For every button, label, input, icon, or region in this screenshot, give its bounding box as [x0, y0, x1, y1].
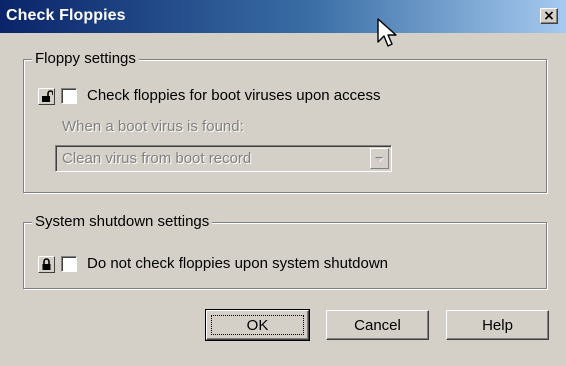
close-button[interactable]: ×	[540, 8, 558, 24]
boot-virus-action-select[interactable]: Clean virus from boot record	[55, 145, 392, 172]
help-button-label: Help	[482, 316, 513, 334]
help-button[interactable]: Help	[446, 310, 549, 340]
boot-virus-action-value: Clean virus from boot record	[62, 150, 252, 167]
lock-toggle-shutdown[interactable]	[38, 256, 55, 273]
mouse-pointer-icon	[377, 18, 397, 47]
check-floppies-on-access-label[interactable]: Check floppies for boot viruses upon acc…	[87, 87, 381, 105]
floppy-settings-legend: Floppy settings	[32, 50, 139, 68]
close-icon: ×	[543, 8, 555, 24]
focus-ring	[211, 315, 304, 335]
check-floppies-dialog: Check Floppies × Floppy settings Check f…	[0, 0, 566, 366]
ok-button[interactable]: OK	[205, 309, 310, 341]
no-check-on-shutdown-checkbox[interactable]	[61, 256, 77, 272]
chevron-down-icon	[375, 157, 384, 162]
lock-toggle-floppy-access[interactable]	[38, 88, 55, 105]
title-bar[interactable]: Check Floppies ×	[0, 0, 566, 33]
locked-padlock-icon	[42, 258, 51, 270]
window-title: Check Floppies	[6, 7, 126, 24]
cancel-button[interactable]: Cancel	[326, 310, 429, 340]
boot-virus-action-label: When a boot virus is found:	[62, 118, 244, 135]
cancel-button-label: Cancel	[354, 316, 401, 334]
unlocked-padlock-icon	[42, 90, 53, 102]
check-floppies-on-access-checkbox[interactable]	[61, 88, 77, 104]
no-check-on-shutdown-label[interactable]: Do not check floppies upon system shutdo…	[87, 255, 388, 273]
dropdown-arrow-button[interactable]	[370, 148, 389, 169]
shutdown-settings-legend: System shutdown settings	[32, 213, 213, 231]
